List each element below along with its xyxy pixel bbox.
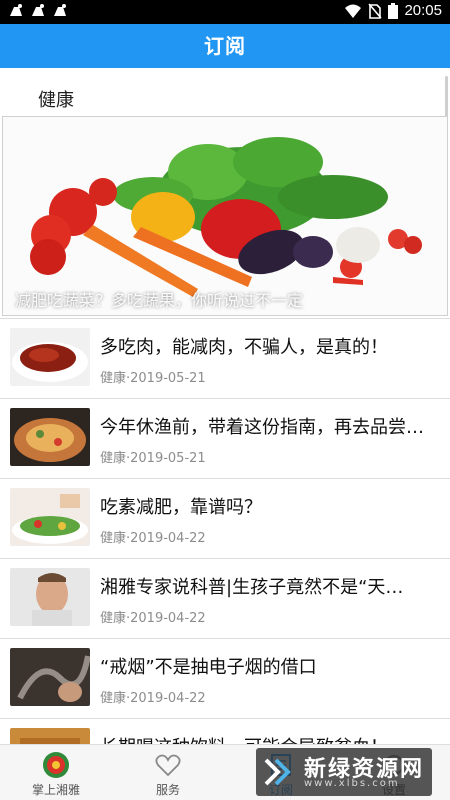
article-title: 多吃肉，能减肉，不骗人，是真的！: [100, 337, 388, 358]
article-title: 湘雅专家说科普|生孩子竟然不是“天…: [100, 577, 404, 598]
page-title: 订阅: [204, 34, 246, 58]
article-meta: 健康·2019-04-22: [100, 611, 206, 626]
app-bar: 订阅: [0, 24, 450, 68]
notification-icon: [32, 4, 44, 16]
article-item[interactable]: “戒烟”不是抽电子烟的借口 健康·2019-04-22: [0, 638, 450, 718]
nav-label: 掌上湘雅: [31, 783, 80, 797]
article-thumbnail: [10, 728, 90, 744]
article-title: 吃素减肥，靠谱吗？: [100, 497, 262, 518]
banner-caption: 减肥吃蔬菜？多吃蔬果，你听说过不一定: [15, 291, 304, 310]
section-title: 健康: [38, 90, 74, 111]
nav-item-home[interactable]: 掌上湘雅: [0, 745, 112, 800]
no-sim-icon: [368, 2, 383, 19]
article-thumbnail: [10, 648, 90, 706]
article-thumbnail: [10, 408, 90, 466]
article-thumbnail: [10, 568, 90, 626]
article-title: 今年休渔前，带着这份指南，再去品尝…: [100, 417, 424, 438]
article-title: 长期喝这种饮料，可能会导致贫血！: [100, 733, 445, 744]
banner-carousel[interactable]: 减肥吃蔬菜？多吃蔬果，你听说过不一定: [2, 116, 448, 316]
article-meta: 健康·2019-05-21: [100, 451, 206, 466]
article-item[interactable]: 长期喝这种饮料，可能会导致贫血！: [0, 718, 450, 744]
article-item[interactable]: 吃素减肥，靠谱吗？ 健康·2019-04-22: [0, 478, 450, 558]
watermark: 新绿资源网 www.xlbs.com: [256, 748, 432, 796]
status-time: 20:05: [404, 2, 442, 19]
battery-icon: [388, 2, 399, 19]
nav-label: 服务: [155, 783, 180, 797]
status-bar: 20:05: [0, 0, 450, 24]
article-item[interactable]: 今年休渔前，带着这份指南，再去品尝… 健康·2019-05-21: [0, 398, 450, 478]
article-list: 多吃肉，能减肉，不骗人，是真的！ 健康·2019-05-21 今年休渔前，带着这…: [0, 318, 450, 744]
content-scroll[interactable]: 健康 减肥吃蔬菜？多吃蔬果，你听说过不一定 多吃肉，能减肉，不骗人，是真的！ 健…: [0, 68, 450, 744]
article-meta: 健康·2019-05-21: [100, 371, 206, 386]
notification-icon: [54, 4, 66, 16]
heart-icon: [155, 754, 181, 777]
wifi-icon: [345, 4, 362, 18]
status-indicators: 20:05: [344, 2, 442, 19]
watermark-url: www.xlbs.com: [304, 778, 400, 789]
watermark-logo-icon: [264, 758, 291, 786]
article-thumbnail: [10, 328, 90, 386]
notification-icon: [10, 4, 22, 16]
article-thumbnail: [10, 488, 90, 546]
article-meta: 健康·2019-04-22: [100, 531, 206, 546]
article-title: “戒烟”不是抽电子烟的借口: [100, 657, 317, 678]
status-notifications: [8, 3, 68, 19]
xiangya-logo-icon: [43, 752, 69, 778]
article-meta: 健康·2019-04-22: [100, 691, 206, 706]
article-item[interactable]: 多吃肉，能减肉，不骗人，是真的！ 健康·2019-05-21: [0, 318, 450, 398]
article-item[interactable]: 湘雅专家说科普|生孩子竟然不是“天… 健康·2019-04-22: [0, 558, 450, 638]
nav-item-service[interactable]: 服务: [112, 745, 224, 800]
